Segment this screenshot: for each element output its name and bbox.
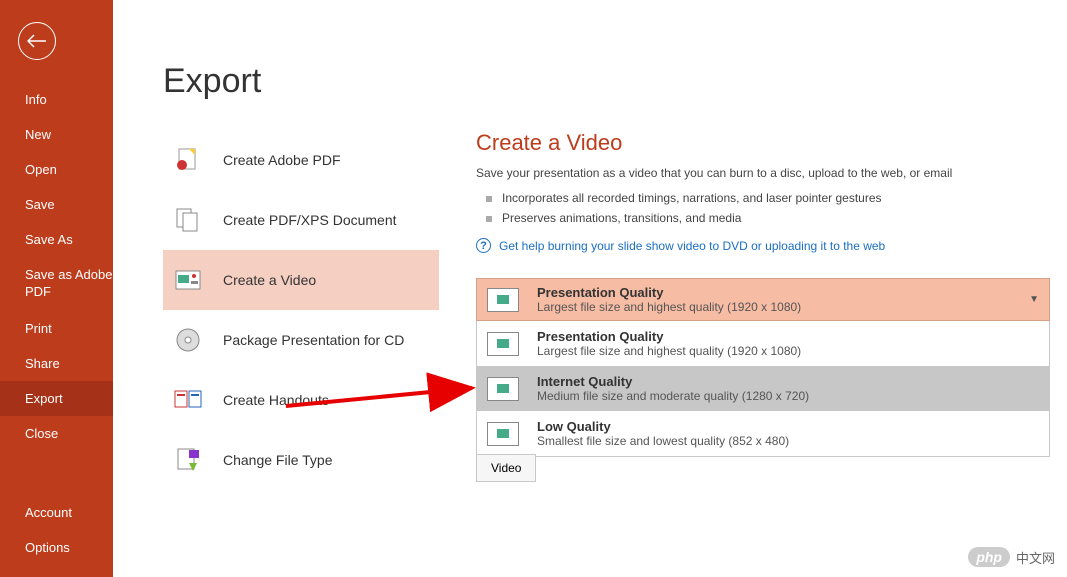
monitor-icon (487, 377, 519, 401)
export-option-label: Create Handouts (223, 392, 329, 408)
sidebar-item-print[interactable]: Print (0, 311, 113, 346)
sidebar-item-label: Close (25, 426, 58, 441)
export-create-video[interactable]: Create a Video (163, 250, 439, 310)
dropdown-selected-subtitle: Largest file size and highest quality (1… (537, 300, 1029, 314)
pdf-xps-icon (173, 205, 203, 235)
sidebar-item-label: Options (25, 540, 70, 555)
sidebar-item-save-as-adobe-pdf[interactable]: Save as Adobe PDF (0, 257, 113, 311)
quality-option-low[interactable]: Low Quality Smallest file size and lowes… (477, 411, 1049, 456)
sidebar-item-label: Share (25, 356, 60, 371)
sidebar-item-label: Save (25, 197, 55, 212)
option-title: Low Quality (537, 419, 1039, 434)
sidebar-item-label: Save as Adobe PDF (25, 267, 112, 299)
dropdown-selected-title: Presentation Quality (537, 285, 1029, 300)
detail-description: Save your presentation as a video that y… (476, 166, 1053, 180)
sidebar-item-label: New (25, 127, 51, 142)
export-create-pdf-xps[interactable]: Create PDF/XPS Document (163, 190, 439, 250)
back-button[interactable] (18, 22, 56, 60)
export-create-adobe-pdf[interactable]: Create Adobe PDF (163, 130, 439, 190)
quality-option-presentation[interactable]: Presentation Quality Largest file size a… (477, 321, 1049, 366)
option-subtitle: Medium file size and moderate quality (1… (537, 389, 1039, 403)
create-video-button[interactable]: Video (476, 454, 536, 482)
option-subtitle: Largest file size and highest quality (1… (537, 344, 1039, 358)
video-icon (173, 265, 203, 295)
export-package-cd[interactable]: Package Presentation for CD (163, 310, 439, 370)
help-icon: ? (476, 238, 491, 253)
export-option-label: Create Adobe PDF (223, 152, 341, 168)
sidebar-item-label: Account (25, 505, 72, 520)
pdf-adobe-icon (173, 145, 203, 175)
sidebar-item-label: Export (25, 391, 63, 406)
sidebar-item-share[interactable]: Share (0, 346, 113, 381)
sidebar-item-export[interactable]: Export (0, 381, 113, 416)
back-arrow-icon (27, 34, 47, 48)
chevron-down-icon: ▼ (1029, 294, 1039, 305)
detail-bullets: Incorporates all recorded timings, narra… (486, 188, 1053, 228)
cd-icon (173, 325, 203, 355)
watermark: php 中文网 (968, 547, 1055, 567)
quality-option-internet[interactable]: Internet Quality Medium file size and mo… (477, 366, 1049, 411)
export-create-handouts[interactable]: Create Handouts (163, 370, 439, 430)
monitor-icon (487, 422, 519, 446)
sidebar-item-info[interactable]: Info (0, 82, 113, 117)
option-title: Presentation Quality (537, 329, 1039, 344)
change-type-icon (173, 445, 203, 475)
sidebar-item-account[interactable]: Account (0, 495, 113, 530)
export-option-label: Create PDF/XPS Document (223, 212, 397, 228)
help-link[interactable]: Get help burning your slide show video t… (499, 239, 885, 253)
export-change-file-type[interactable]: Change File Type (163, 430, 439, 490)
quality-dropdown-selected[interactable]: Presentation Quality Largest file size a… (476, 278, 1050, 321)
sidebar-item-save[interactable]: Save (0, 187, 113, 222)
detail-bullet: Incorporates all recorded timings, narra… (486, 188, 1053, 208)
export-detail-panel: Create a Video Save your presentation as… (476, 130, 1053, 253)
export-option-label: Change File Type (223, 452, 332, 468)
option-subtitle: Smallest file size and lowest quality (8… (537, 434, 1039, 448)
watermark-badge: php (968, 547, 1010, 567)
sidebar-item-label: Info (25, 92, 47, 107)
sidebar-item-label: Print (25, 321, 52, 336)
page-title: Export (163, 62, 1067, 101)
sidebar-item-new[interactable]: New (0, 117, 113, 152)
sidebar-item-close[interactable]: Close (0, 416, 113, 451)
monitor-icon (487, 288, 519, 312)
main-content: Export Create Adobe PDF Create PDF/XPS D… (113, 0, 1067, 577)
watermark-text: 中文网 (1016, 548, 1055, 567)
export-option-label: Create a Video (223, 272, 316, 288)
sidebar-item-options[interactable]: Options (0, 530, 113, 565)
backstage-sidebar: Info New Open Save Save As Save as Adobe… (0, 0, 113, 577)
export-options-list: Create Adobe PDF Create PDF/XPS Document… (163, 130, 439, 490)
detail-bullet: Preserves animations, transitions, and m… (486, 208, 1053, 228)
sidebar-item-open[interactable]: Open (0, 152, 113, 187)
export-option-label: Package Presentation for CD (223, 332, 404, 348)
detail-title: Create a Video (476, 130, 1053, 156)
handouts-icon (173, 385, 203, 415)
option-title: Internet Quality (537, 374, 1039, 389)
quality-dropdown-list: Presentation Quality Largest file size a… (476, 321, 1050, 457)
help-link-row: ? Get help burning your slide show video… (476, 238, 1053, 253)
sidebar-item-label: Open (25, 162, 57, 177)
sidebar-item-save-as[interactable]: Save As (0, 222, 113, 257)
quality-dropdown: Presentation Quality Largest file size a… (476, 278, 1050, 457)
monitor-icon (487, 332, 519, 356)
sidebar-item-label: Save As (25, 232, 73, 247)
